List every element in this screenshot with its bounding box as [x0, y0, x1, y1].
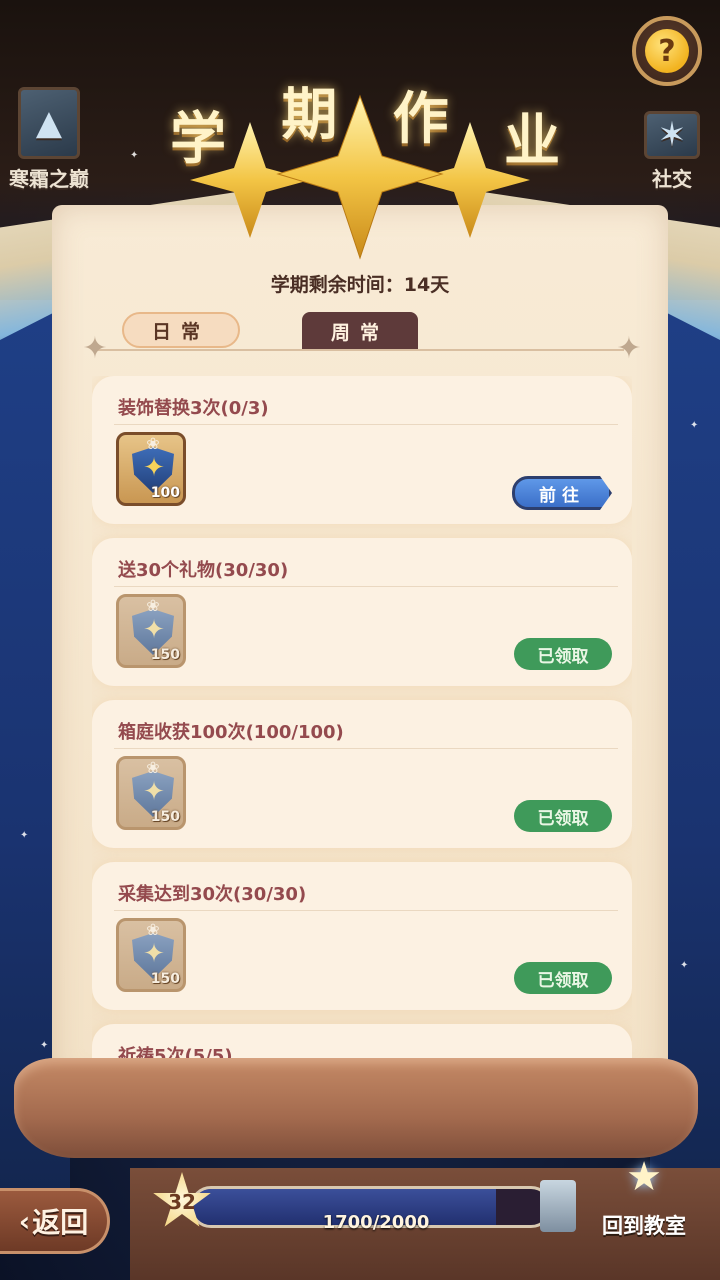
sparkle-icon: ✦	[20, 830, 29, 841]
bow-icon: ❀	[146, 434, 160, 453]
reward-item[interactable]: ❀ ✦ 150	[116, 756, 186, 830]
reward-amount: 100	[150, 485, 180, 501]
reward-amount: 150	[150, 971, 180, 987]
star-icon: ✦	[143, 615, 165, 645]
reward-item[interactable]: ❀ ✦ 150	[116, 594, 186, 668]
title-char: 作	[392, 85, 449, 152]
claimed-button[interactable]: 已领取	[514, 962, 612, 994]
back-label: 返回	[32, 1206, 89, 1239]
title-char: 学	[170, 105, 226, 172]
back-button[interactable]: ‹ 返回	[0, 1188, 110, 1254]
sparkle-icon: ✦	[130, 150, 139, 161]
reward-item[interactable]: ❀ ✦ 100	[116, 432, 186, 506]
title-char: 期	[281, 81, 338, 148]
return-classroom-label: 回到教室	[602, 1214, 686, 1238]
task-divider	[114, 424, 618, 425]
task-list[interactable]: 装饰替换3次(0/3) ❀ ✦ 100 前往 送30个礼物(30/30) ❀ ✦…	[92, 376, 632, 1082]
social-shortcut[interactable]: ✶ 社交	[632, 96, 712, 192]
sparkle-icon: ✦	[40, 1040, 49, 1051]
task-divider	[114, 586, 618, 587]
term-remaining-time: 学期剩余时间：14天	[270, 274, 450, 296]
question-mark-icon: ?	[645, 29, 689, 73]
mountain-icon: ▲	[18, 87, 80, 159]
claimed-button[interactable]: 已领取	[514, 800, 612, 832]
tab-daily[interactable]: 日常	[122, 312, 240, 348]
reward-amount: 150	[150, 809, 180, 825]
reward-amount: 150	[150, 647, 180, 663]
diamond-ornament-icon: ✦	[616, 331, 642, 366]
level-number: 32	[168, 1190, 196, 1214]
frost-peak-shortcut[interactable]: ▲ 寒霜之巅	[6, 72, 92, 192]
bow-icon: ❀	[146, 596, 160, 615]
bow-icon: ❀	[146, 758, 160, 777]
task-title: 装饰替换3次(0/3)	[118, 398, 269, 419]
crow-icon: ✶	[644, 111, 700, 159]
star-icon: ✦	[143, 939, 165, 969]
page-title: 学 期 作 业	[170, 80, 560, 174]
chevron-left-icon: ‹	[18, 1204, 31, 1238]
tab-weekly[interactable]: 周常	[302, 312, 418, 350]
task-card: 采集达到30次(30/30) ❀ ✦ 150 已领取	[92, 862, 632, 1010]
tent-star-icon: ★	[626, 1154, 662, 1200]
task-title: 箱庭收获100次(100/100)	[118, 722, 344, 743]
sparkle-icon: ✦	[690, 420, 699, 431]
return-classroom-button[interactable]: ★ 回到教室	[594, 1140, 694, 1240]
task-divider	[114, 748, 618, 749]
go-button[interactable]: 前往	[512, 476, 612, 510]
help-button[interactable]: ?	[632, 16, 702, 86]
task-title: 采集达到30次(30/30)	[118, 884, 307, 905]
task-card: 箱庭收获100次(100/100) ❀ ✦ 150 已领取	[92, 700, 632, 848]
diamond-ornament-icon: ✦	[82, 331, 108, 366]
star-icon: ✦	[143, 777, 165, 807]
star-icon: ✦	[143, 453, 165, 483]
frost-peak-label: 寒霜之巅	[9, 167, 89, 191]
task-divider	[114, 910, 618, 911]
title-char: 业	[503, 107, 560, 174]
task-card: 送30个礼物(30/30) ❀ ✦ 150 已领取	[92, 538, 632, 686]
social-label: 社交	[652, 167, 692, 191]
claimed-button[interactable]: 已领取	[514, 638, 612, 670]
reward-item[interactable]: ❀ ✦ 150	[116, 918, 186, 992]
bow-icon: ❀	[146, 920, 160, 939]
tab-divider	[96, 349, 624, 351]
sparkle-icon: ✦	[680, 960, 689, 971]
progress-text: 1700/2000	[322, 1212, 430, 1233]
task-card: 装饰替换3次(0/3) ❀ ✦ 100 前往	[92, 376, 632, 524]
task-title: 送30个礼物(30/30)	[118, 560, 289, 581]
